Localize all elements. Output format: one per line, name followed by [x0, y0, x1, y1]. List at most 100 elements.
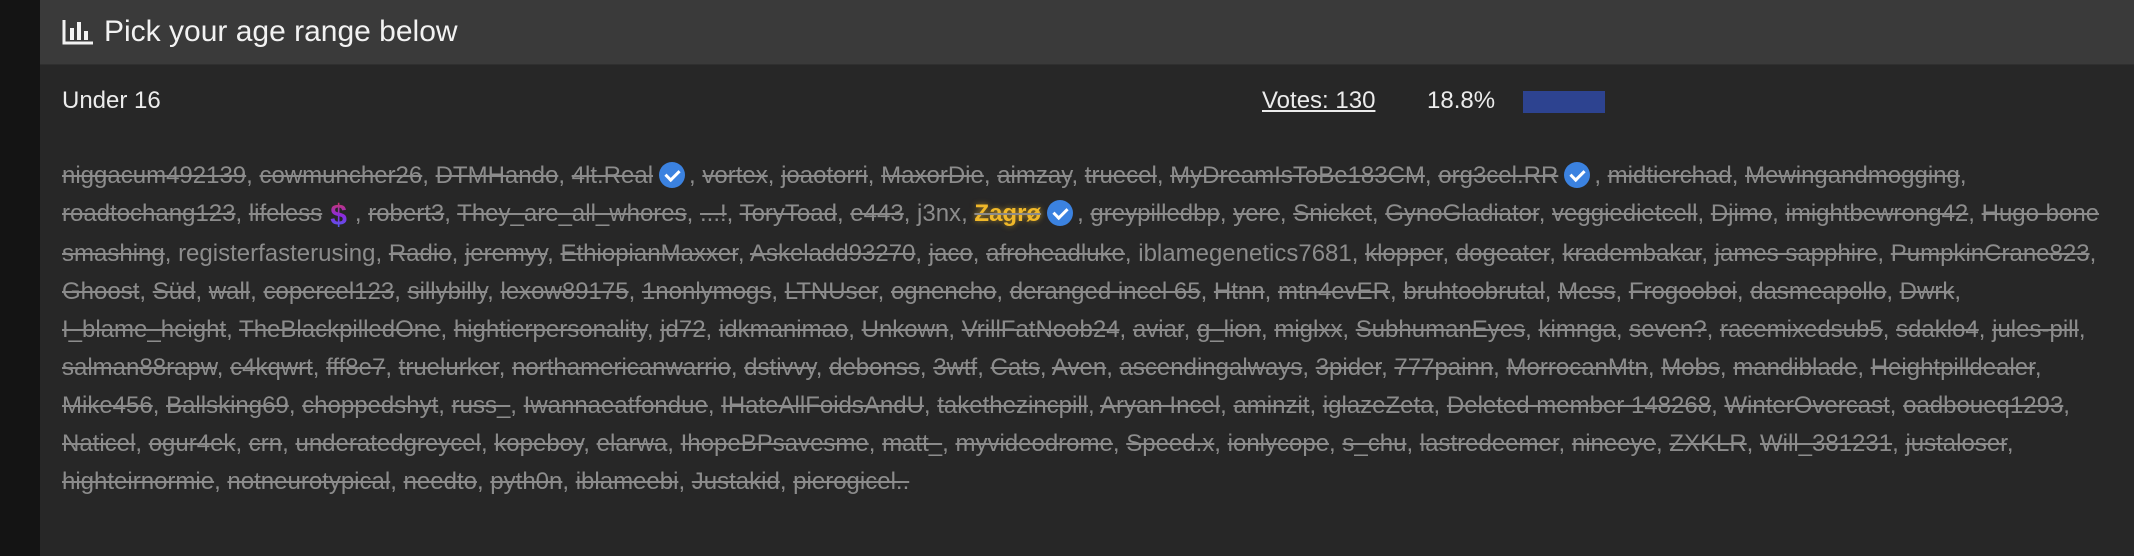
voter-name[interactable]: robert3 — [368, 200, 444, 227]
voter-name[interactable]: greypilledbp — [1090, 200, 1219, 227]
voter-name[interactable]: ogur4ek — [149, 430, 236, 457]
voter-name[interactable]: hightierpersonality — [454, 316, 647, 343]
voter-name[interactable]: Djimo — [1711, 200, 1772, 227]
voter-name[interactable]: Ghoost — [62, 278, 139, 305]
voter-name[interactable]: cowmuncher26 — [260, 162, 423, 189]
voter-name[interactable]: 4lt.Real — [572, 162, 653, 189]
voter-name[interactable]: jaco — [929, 240, 973, 267]
voter-name[interactable]: org3cel.RR — [1438, 162, 1558, 189]
voter-name[interactable]: s_chu — [1342, 430, 1406, 457]
voter-name[interactable]: Dwrk — [1900, 278, 1955, 305]
voter-name[interactable]: kimnga — [1539, 316, 1616, 343]
voter-name[interactable]: iglazeZeta — [1323, 392, 1434, 419]
voter-name[interactable]: highteirnormie — [62, 468, 214, 495]
voter-name[interactable]: imightbewrong42 — [1786, 200, 1969, 227]
voter-name[interactable]: aviar — [1133, 316, 1184, 343]
voter-name[interactable]: choppedshyt — [302, 392, 438, 419]
voter-name[interactable]: sdaklo4 — [1896, 316, 1979, 343]
voter-name[interactable]: g_lion — [1197, 316, 1261, 343]
voter-name[interactable]: lifeless — [249, 200, 322, 227]
voter-name[interactable]: wall — [209, 278, 250, 305]
voter-name[interactable]: myvideodrome — [955, 430, 1112, 457]
voter-name[interactable]: j3nx — [917, 200, 961, 227]
voter-name[interactable]: debonss — [829, 354, 920, 381]
voter-name[interactable]: idkmanimao — [719, 316, 848, 343]
voter-name[interactable]: copercel123 — [263, 278, 394, 305]
voter-name[interactable]: GynoGladiator — [1385, 200, 1538, 227]
voter-name[interactable]: justaloser — [1905, 430, 2006, 457]
voter-name[interactable]: klopper — [1365, 240, 1442, 267]
voter-name[interactable]: midtierchad — [1608, 162, 1732, 189]
voter-name[interactable]: salman88rapw — [62, 354, 217, 381]
voter-name[interactable]: MyDreamIsToBe183CM — [1170, 162, 1425, 189]
voter-name[interactable]: elarwa — [597, 430, 668, 457]
voter-name[interactable]: LTNUser — [785, 278, 878, 305]
voter-name[interactable]: Mike456 — [62, 392, 153, 419]
voter-name[interactable]: dogeater — [1456, 240, 1549, 267]
voter-name[interactable]: 3pider — [1316, 354, 1381, 381]
voter-name[interactable]: PumpkinCrane823 — [1891, 240, 2090, 267]
voter-name[interactable]: DTMHando — [436, 162, 559, 189]
voter-name[interactable]: niggacum492139 — [62, 162, 246, 189]
voter-name[interactable]: ascendingalways — [1120, 354, 1303, 381]
voter-name[interactable]: Mobs — [1661, 354, 1720, 381]
voter-name[interactable]: Will_381231 — [1760, 430, 1892, 457]
voter-name[interactable]: Deleted member 148268 — [1447, 392, 1711, 419]
voter-name[interactable]: dstivvy — [744, 354, 816, 381]
voter-name[interactable]: northamericanwarrio — [512, 354, 731, 381]
voter-name[interactable]: kradembakar — [1563, 240, 1702, 267]
voter-name[interactable]: vortex — [702, 162, 767, 189]
voter-name[interactable]: mtn4evER — [1278, 278, 1390, 305]
voter-name[interactable]: roadtochang123 — [62, 200, 235, 227]
voter-name[interactable]: truecel — [1085, 162, 1157, 189]
voter-name[interactable]: Radio — [389, 240, 452, 267]
voter-name[interactable]: deranged incel 65 — [1010, 278, 1201, 305]
voter-name[interactable]: ToryToad — [740, 200, 837, 227]
voter-name[interactable]: jd72 — [660, 316, 705, 343]
voter-name[interactable]: dasmeapollo — [1750, 278, 1886, 305]
voter-name[interactable]: aimzay — [997, 162, 1071, 189]
voter-name[interactable]: They_are_all_whores — [457, 200, 686, 227]
voter-name[interactable]: ionlycope — [1228, 430, 1329, 457]
voter-name[interactable]: IhopeBPsavesme — [681, 430, 869, 457]
voter-name[interactable]: Zagrø — [974, 200, 1041, 227]
voter-name[interactable]: underatedgreycel — [295, 430, 480, 457]
voter-name[interactable]: Cats — [991, 354, 1040, 381]
voter-name[interactable]: needto — [404, 468, 477, 495]
voter-name[interactable]: iblameebi — [576, 468, 679, 495]
voter-name[interactable]: jules-pill — [1992, 316, 2079, 343]
voter-name[interactable]: mandiblade — [1733, 354, 1857, 381]
voter-name[interactable]: miglxx — [1274, 316, 1342, 343]
voter-name[interactable]: Aryan Incel — [1100, 392, 1220, 419]
voter-name[interactable]: kopeboy — [494, 430, 583, 457]
votes-link[interactable]: Votes: 130 — [1262, 87, 1375, 115]
voter-name[interactable]: Iwannaeatfondue — [524, 392, 708, 419]
voter-name[interactable]: matt_ — [882, 430, 942, 457]
voter-name[interactable]: veggiedietcell — [1552, 200, 1697, 227]
voter-name[interactable]: I_blame_height — [62, 316, 226, 343]
voter-name[interactable]: Süd — [153, 278, 196, 305]
voter-name[interactable]: c4kqwrt — [230, 354, 313, 381]
voter-name[interactable]: notneurotypical — [227, 468, 390, 495]
voter-name[interactable]: oadboueq1293 — [1903, 392, 2063, 419]
voter-name[interactable]: ZXKLR — [1669, 430, 1746, 457]
voter-name[interactable]: 3wtf — [933, 354, 977, 381]
voter-name[interactable]: Justakid — [692, 468, 780, 495]
voter-name[interactable]: russ_ — [452, 392, 511, 419]
voter-name[interactable]: iblamegenetics7681 — [1138, 240, 1351, 267]
voter-name[interactable]: Heightpilldealer — [1871, 354, 2035, 381]
voter-name[interactable]: pyth0n — [490, 468, 562, 495]
voter-name[interactable]: 777painn — [1394, 354, 1493, 381]
voter-name[interactable]: seven? — [1629, 316, 1706, 343]
voter-name[interactable]: MaxorDie — [881, 162, 984, 189]
voter-name[interactable]: Snicket — [1293, 200, 1372, 227]
voter-name[interactable]: fff8e7 — [326, 354, 385, 381]
voter-name[interactable]: registerfasterusing — [178, 240, 375, 267]
voter-name[interactable]: Mess — [1558, 278, 1615, 305]
voter-name[interactable]: nineeye — [1572, 430, 1656, 457]
voter-name[interactable]: ...! — [700, 200, 727, 227]
voter-name[interactable]: Askeladd93270 — [750, 240, 915, 267]
voter-name[interactable]: ognencho — [891, 278, 996, 305]
voter-name[interactable]: crn — [249, 430, 282, 457]
voter-name[interactable]: Htnn — [1214, 278, 1265, 305]
